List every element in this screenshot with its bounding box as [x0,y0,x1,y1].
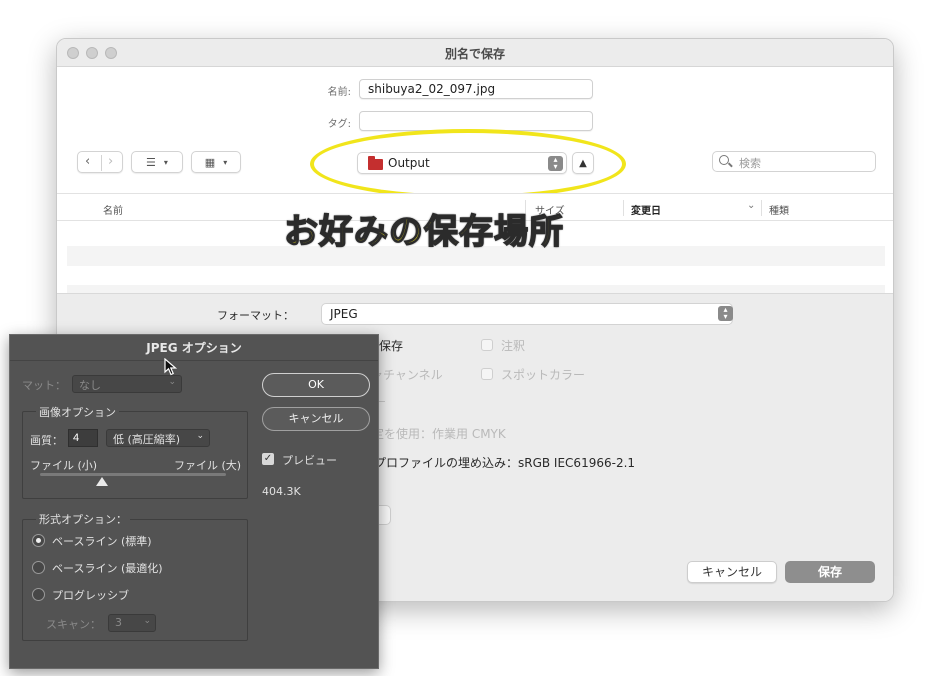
quality-slider-track[interactable] [40,473,226,476]
annotation-caption: お好みの保存場所 [283,211,564,253]
baseline-optimized-label: ベースライン (最適化) [52,562,163,575]
scan-value: 3 [115,616,122,629]
tag-label: タグ: [327,119,351,130]
quality-preset-select[interactable]: 低 (高圧縮率) ⌄ [106,429,210,447]
file-list-row [67,285,885,293]
notes-label: 注釈 [501,339,526,353]
image-options-group [22,411,248,499]
quality-label: 画質： [30,434,63,447]
tag-input[interactable] [359,111,593,131]
scan-select[interactable]: 3 ⌄ [108,614,156,632]
baseline-optimized-radio[interactable] [32,561,45,574]
filename-input[interactable] [359,79,593,99]
progressive-radio[interactable] [32,588,45,601]
column-name[interactable]: 名前 [103,202,123,217]
spot-color-checkbox[interactable] [481,368,493,380]
column-modified[interactable]: 変更日 [631,202,661,217]
sort-chevron-icon: ⌄ [747,200,756,211]
column-kind[interactable]: 種類 [769,202,789,217]
file-large-label: ファイル (大) [174,459,242,472]
quality-preset-value: 低 (高圧縮率) [113,433,181,446]
spot-color-label: スポットカラー [501,368,586,382]
format-label: フォーマット： [217,309,294,322]
back-icon[interactable]: ‹ [85,154,90,169]
list-view-button[interactable]: ☰ ▾ [131,151,183,173]
chevron-down-icon: ⌄ [168,377,176,387]
quality-slider-thumb[interactable] [96,477,108,486]
baseline-standard-radio[interactable] [32,534,45,547]
format-options-title: 形式オプション： [36,511,130,527]
icc-profile-label: プロファイルの埋め込み：sRGB IEC61966-2.1 [374,456,636,470]
name-label: 名前: [327,87,351,98]
forward-icon[interactable]: › [108,154,113,169]
matte-select[interactable]: なし ⌄ [72,375,182,393]
group-button[interactable]: ▦ ▾ [191,151,241,173]
scan-label: スキャン： [46,618,101,631]
grid-icon: ▦ [204,155,216,169]
matte-label: マット： [22,379,66,392]
search-icon-handle [728,162,733,168]
preview-checkbox[interactable]: ✓ [262,453,274,465]
updown-stepper-icon: ▴ ▾ [718,306,733,321]
chevron-down-icon: ▾ [163,157,168,167]
preview-label: プレビュー [282,454,337,467]
quality-input[interactable] [68,429,98,447]
search-placeholder: 検索 [739,157,761,170]
chevron-down-icon: ▾ [223,157,228,167]
jpeg-cancel-button[interactable]: キャンセル [262,407,370,431]
jpeg-dialog-title: JPEG オプション [10,335,378,361]
file-small-label: ファイル (小) [30,459,98,472]
save-option-label: 保存 [379,339,404,353]
jpeg-options-dialog: JPEG オプション マット： なし ⌄ OK キャンセル 画像オプション 画質… [9,334,379,669]
proof-setup-label: 定を使用：作業用 CMYK [372,427,506,441]
location-highlight-ellipse [310,129,626,199]
back-forward-control: ‹ › [77,151,123,173]
format-select[interactable]: JPEG ▴ ▾ [321,303,733,325]
list-view-icon: ☰ [146,155,156,169]
image-options-title: 画像オプション [36,404,119,420]
baseline-standard-label: ベースライン (標準) [52,535,152,548]
format-value: JPEG [330,307,358,321]
mouse-cursor-icon [164,358,178,376]
cancel-button[interactable]: キャンセル [687,561,777,583]
search-field[interactable]: 検索 [712,151,876,172]
save-button[interactable]: 保存 [785,561,875,583]
alpha-channel-label: ャチャンネル [371,368,443,382]
notes-checkbox[interactable] [481,339,493,351]
chevron-down-icon: ⌄ [143,616,151,626]
file-size-readout: 404.3K [262,485,301,498]
chevron-down-icon: ⌄ [196,431,204,441]
matte-value: なし [79,379,101,392]
ok-button[interactable]: OK [262,373,370,397]
title-bar: 別名で保存 [57,39,893,67]
progressive-label: プログレッシブ [52,589,129,602]
window-title: 別名で保存 [444,47,505,61]
